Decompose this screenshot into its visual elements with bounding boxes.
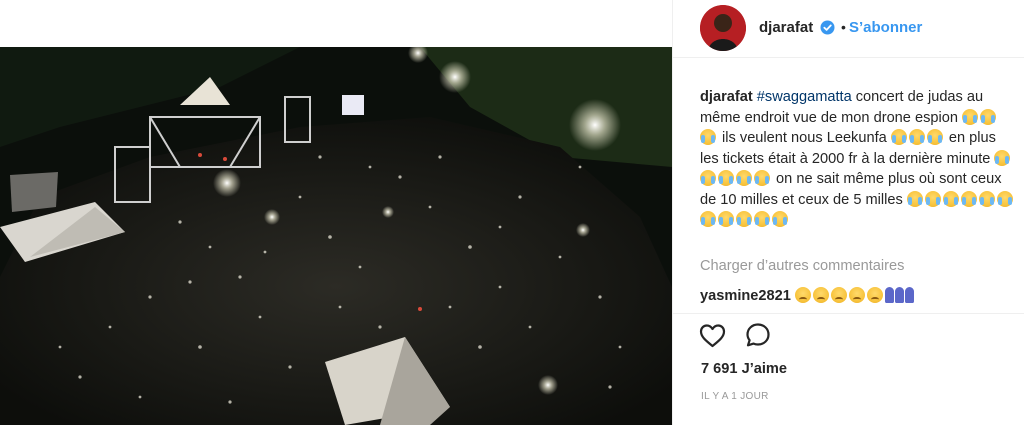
- likes-count[interactable]: 7 691 J’aime: [701, 361, 787, 377]
- praying-hands-emoji-icon: [904, 287, 914, 303]
- crying-laughing-emoji-icon: [736, 211, 752, 227]
- crying-laughing-emoji-icon: [700, 170, 716, 186]
- crying-laughing-emoji-icon: [754, 211, 770, 227]
- comment-bubble-icon[interactable]: [745, 322, 771, 348]
- crying-laughing-emoji-icon: [980, 108, 997, 125]
- separator-dot: •: [841, 19, 846, 35]
- crying-laughing-emoji-icon: [908, 129, 925, 145]
- crying-laughing-emoji-icon: [700, 211, 716, 227]
- sad-face-emoji-icon: [794, 287, 811, 303]
- verified-badge-icon: [820, 20, 835, 35]
- sad-face-emoji-icon: [848, 287, 865, 303]
- post-timestamp[interactable]: IL Y A 1 JOUR: [701, 391, 769, 402]
- crying-laughing-emoji-icon: [754, 170, 770, 186]
- crying-laughing-emoji-icon: [960, 190, 977, 207]
- crying-laughing-emoji-icon: [906, 190, 923, 207]
- post-caption: djarafat #swaggamatta concert de judas a…: [700, 87, 1016, 231]
- sad-face-emoji-icon: [830, 287, 847, 303]
- load-more-comments-link[interactable]: Charger d’autres commentaires: [700, 258, 904, 274]
- crying-laughing-emoji-icon: [772, 211, 788, 227]
- crying-laughing-emoji-icon: [926, 129, 943, 145]
- crying-laughing-emoji-icon: [736, 170, 752, 186]
- praying-hands-emoji-icon: [894, 287, 904, 303]
- praying-hands-emoji-icon: [884, 287, 894, 303]
- heart-icon[interactable]: [699, 323, 726, 348]
- comment-username[interactable]: yasmine2821: [700, 288, 791, 304]
- avatar[interactable]: [700, 5, 746, 51]
- post-side-panel: djarafat • S’abonner djarafat #swaggamat…: [672, 0, 1024, 425]
- crying-laughing-emoji-icon: [978, 190, 995, 207]
- caption-hashtag[interactable]: #swaggamatta: [757, 89, 852, 105]
- actions-divider: [673, 313, 1024, 314]
- sad-face-emoji-icon: [812, 287, 829, 303]
- crying-laughing-emoji-icon: [924, 190, 941, 207]
- crying-laughing-emoji-icon: [962, 108, 979, 125]
- sad-face-emoji-icon: [866, 287, 883, 303]
- crying-laughing-emoji-icon: [718, 211, 734, 227]
- header-username[interactable]: djarafat: [759, 19, 813, 36]
- crying-laughing-emoji-icon: [718, 170, 734, 186]
- crying-laughing-emoji-icon: [700, 129, 716, 145]
- concert-crowd-image: [0, 47, 672, 425]
- post-photo[interactable]: [0, 47, 672, 425]
- follow-button[interactable]: S’abonner: [849, 19, 922, 36]
- comment-item: yasmine2821: [700, 287, 915, 304]
- post-header: djarafat • S’abonner: [673, 0, 1024, 58]
- crying-laughing-emoji-icon: [890, 129, 907, 145]
- crying-laughing-emoji-icon: [996, 190, 1013, 207]
- crying-laughing-emoji-icon: [994, 149, 1011, 166]
- caption-username[interactable]: djarafat: [700, 89, 753, 105]
- caption-text-2: ils veulent nous Leekunfa: [718, 130, 891, 146]
- crying-laughing-emoji-icon: [942, 190, 959, 207]
